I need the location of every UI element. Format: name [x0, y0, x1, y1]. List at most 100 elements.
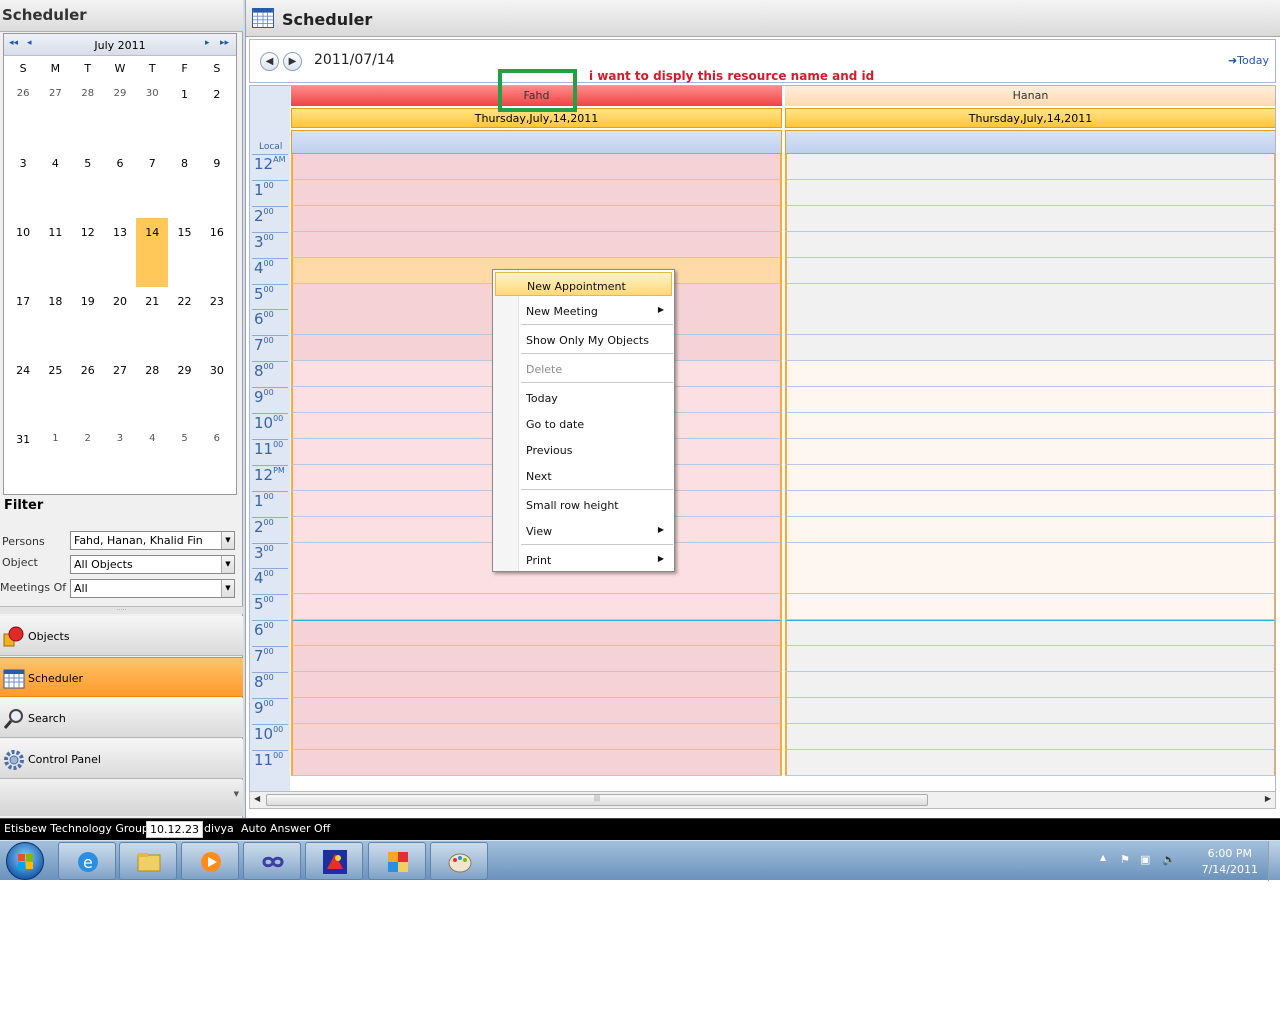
persons-combo[interactable]: Fahd, Hanan, Khalid Fin ▼ — [70, 531, 235, 550]
calendar-day[interactable]: 10 — [7, 218, 39, 287]
calendar-day[interactable]: 1 — [39, 425, 71, 494]
time-slot-hanan[interactable] — [785, 179, 1275, 206]
time-slot-hanan[interactable] — [785, 672, 1275, 698]
menu-item-next[interactable]: Next — [495, 463, 672, 487]
taskbar-app-red-button[interactable] — [305, 842, 363, 880]
all-day-area-hanan[interactable] — [785, 130, 1275, 154]
time-slot-fahd[interactable] — [291, 620, 782, 647]
calendar-day[interactable]: 11 — [39, 218, 71, 287]
time-slot-hanan[interactable] — [785, 516, 1275, 543]
time-slot-hanan[interactable] — [785, 205, 1275, 232]
calendar-day[interactable]: 15 — [168, 218, 200, 287]
calendar-day[interactable]: 20 — [104, 287, 136, 356]
time-slot-fahd[interactable] — [291, 697, 782, 724]
nav-objects-button[interactable]: Objects — [0, 616, 243, 656]
chevron-down-icon[interactable]: ▼ — [221, 532, 234, 549]
calendar-day[interactable]: 1 — [168, 80, 200, 149]
calendar-day[interactable]: 2 — [72, 425, 104, 494]
time-slot-fahd[interactable] — [291, 231, 782, 258]
action-center-flag-icon[interactable]: ⚑ — [1120, 853, 1130, 866]
time-slot-hanan[interactable] — [785, 154, 1275, 180]
time-slot-fahd[interactable] — [291, 723, 782, 750]
calendar-day[interactable]: 24 — [7, 356, 39, 425]
calendar-day[interactable]: 14 — [136, 218, 169, 287]
menu-item-today[interactable]: Today — [495, 385, 672, 409]
time-slot-hanan[interactable] — [785, 568, 1275, 595]
menu-item-previous[interactable]: Previous — [495, 437, 672, 461]
show-desktop-button[interactable] — [1268, 841, 1280, 881]
time-slot-fahd[interactable] — [291, 179, 782, 206]
next-day-button[interactable]: ▶ — [283, 52, 302, 71]
calendar-day[interactable]: 18 — [39, 287, 71, 356]
time-slot-hanan[interactable] — [785, 257, 1275, 284]
all-day-area-fahd[interactable] — [291, 130, 782, 154]
nav-scheduler-button[interactable]: Scheduler — [0, 657, 243, 697]
calendar-day[interactable]: 8 — [168, 149, 200, 218]
next-year-icon[interactable]: ▸▸ — [220, 38, 229, 48]
time-slot-hanan[interactable] — [785, 231, 1275, 258]
show-hidden-icons-icon[interactable]: ▲ — [1100, 853, 1106, 862]
previous-day-button[interactable]: ◀ — [260, 52, 279, 71]
calendar-day[interactable]: 3 — [7, 149, 39, 218]
volume-icon[interactable]: 🔈 — [1162, 853, 1176, 866]
time-slot-fahd[interactable] — [291, 672, 782, 698]
menu-item-delete[interactable]: Delete — [495, 356, 672, 380]
object-combo[interactable]: All Objects ▼ — [70, 555, 235, 574]
time-slot-hanan[interactable] — [785, 749, 1275, 776]
menu-item-view[interactable]: View ▶ — [495, 518, 672, 542]
network-icon[interactable]: ▣ — [1140, 853, 1150, 866]
calendar-day[interactable]: 5 — [168, 425, 200, 494]
start-button[interactable] — [6, 842, 44, 880]
menu-item-print[interactable]: Print ▶ — [495, 547, 672, 571]
today-link[interactable]: ➜Today — [1228, 54, 1269, 67]
time-slot-fahd[interactable] — [291, 594, 782, 621]
calendar-day[interactable]: 5 — [72, 149, 104, 218]
calendar-day[interactable]: 26 — [72, 356, 104, 425]
time-slot-hanan[interactable] — [785, 335, 1275, 362]
meetings-of-combo[interactable]: All ▼ — [70, 579, 235, 598]
time-slot-fahd[interactable] — [291, 646, 782, 673]
time-slot-hanan[interactable] — [785, 490, 1275, 517]
menu-item-new-appointment[interactable]: New Appointment — [495, 272, 672, 296]
horizontal-scrollbar[interactable]: ◀ ||| ▶ — [249, 791, 1276, 809]
taskbar-ie-button[interactable]: e — [58, 842, 116, 880]
calendar-day[interactable]: 3 — [104, 425, 136, 494]
time-slot-hanan[interactable] — [785, 413, 1275, 439]
calendar-day[interactable]: 31 — [7, 425, 39, 494]
nav-search-button[interactable]: Search — [0, 698, 243, 738]
time-slot-hanan[interactable] — [785, 464, 1275, 491]
calendar-day[interactable]: 27 — [104, 356, 136, 425]
scrollbar-thumb[interactable]: ||| — [266, 794, 928, 806]
time-slot-fahd[interactable] — [291, 154, 782, 180]
taskbar-paint-button[interactable] — [430, 842, 488, 880]
calendar-day[interactable]: 6 — [201, 425, 233, 494]
calendar-day[interactable]: 23 — [201, 287, 233, 356]
chevron-down-icon[interactable]: ▼ — [221, 580, 234, 597]
calendar-day[interactable]: 21 — [136, 287, 168, 356]
time-slot-fahd[interactable] — [291, 568, 782, 595]
calendar-day[interactable]: 4 — [39, 149, 71, 218]
menu-item-go-to-date[interactable]: Go to date — [495, 411, 672, 435]
time-slot-hanan[interactable] — [785, 697, 1275, 724]
calendar-day[interactable]: 6 — [104, 149, 136, 218]
calendar-day[interactable]: 26 — [7, 80, 39, 149]
date-header-hanan[interactable]: Thursday,July,14,2011 — [785, 108, 1275, 128]
time-slot-hanan[interactable] — [785, 387, 1275, 414]
arrow-left-icon[interactable]: ◀ — [254, 794, 260, 803]
time-slot-hanan[interactable] — [785, 283, 1275, 310]
time-slot-hanan[interactable] — [785, 594, 1275, 621]
next-month-icon[interactable]: ▸ — [205, 38, 210, 48]
taskbar-clock[interactable]: 6:00 PM 7/14/2011 — [1202, 846, 1258, 878]
calendar-day[interactable]: 29 — [168, 356, 200, 425]
time-slot-hanan[interactable] — [785, 723, 1275, 750]
taskbar-media-player-button[interactable] — [181, 842, 239, 880]
calendar-day[interactable]: 4 — [136, 425, 168, 494]
calendar-day[interactable]: 16 — [201, 218, 233, 287]
calendar-day[interactable]: 9 — [201, 149, 233, 218]
arrow-right-icon[interactable]: ▶ — [1265, 794, 1271, 803]
calendar-day[interactable]: 13 — [104, 218, 136, 287]
time-slot-hanan[interactable] — [785, 361, 1275, 388]
panel-splitter[interactable]: ····· — [0, 606, 243, 614]
menu-item-show-only-my-objects[interactable]: Show Only My Objects — [495, 327, 672, 351]
calendar-day[interactable]: 28 — [136, 356, 168, 425]
